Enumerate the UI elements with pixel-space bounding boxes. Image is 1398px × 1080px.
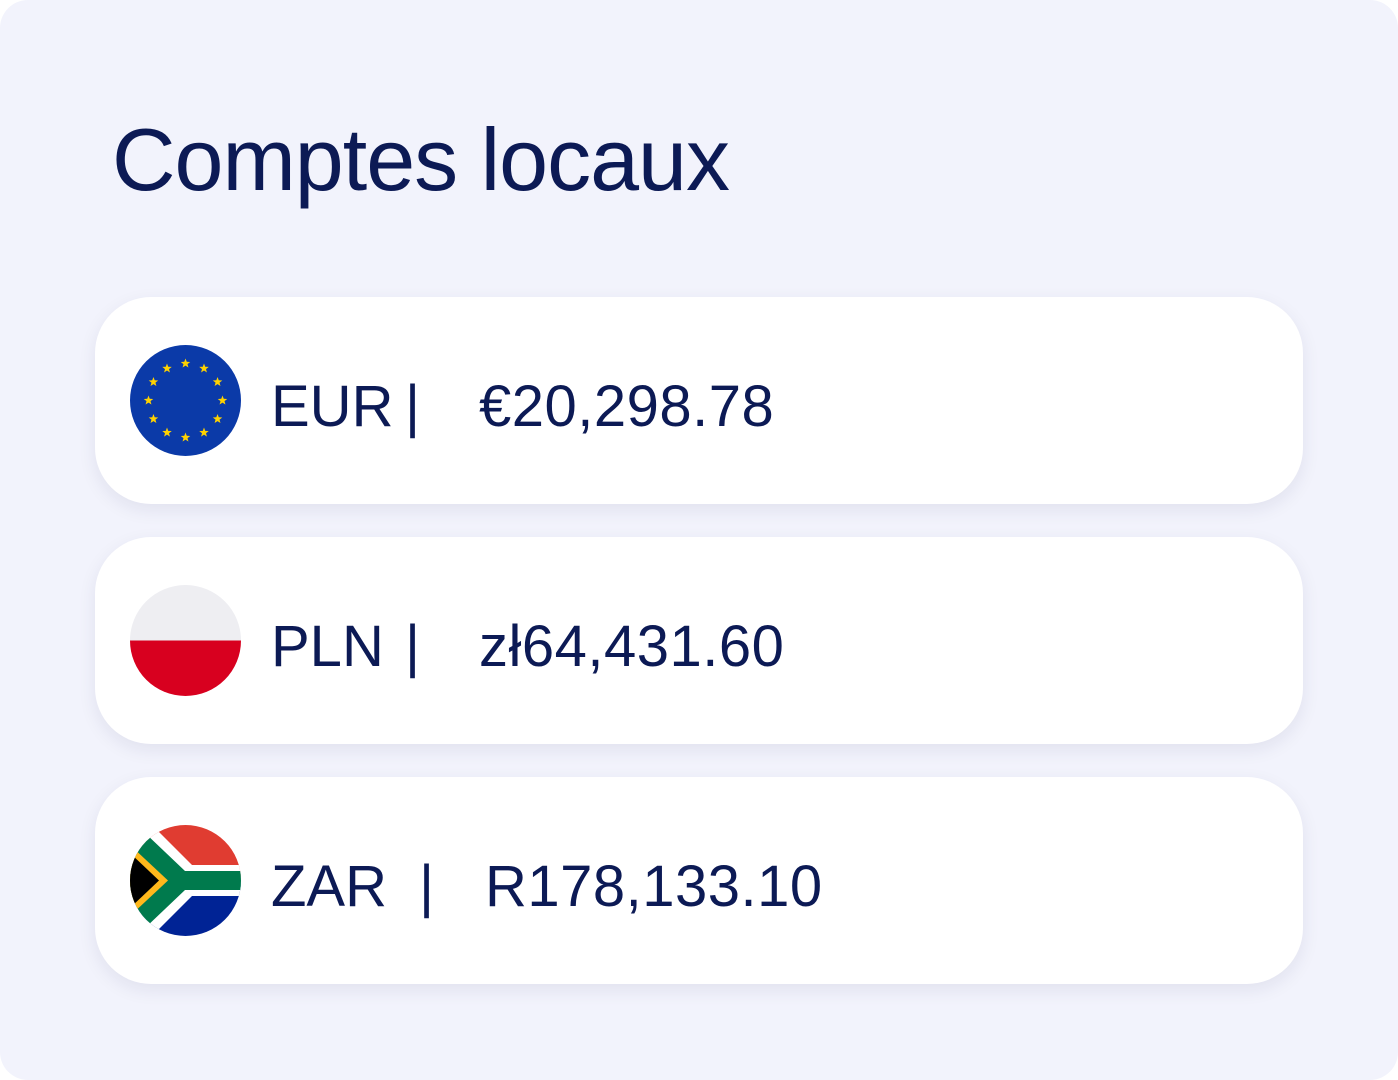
eu-flag-icon [130, 345, 241, 456]
local-accounts-panel: Comptes locaux EUR | €20,298.78 PLN | zł… [0, 0, 1398, 1080]
currency-code: EUR [271, 373, 394, 439]
currency-code: PLN [271, 613, 384, 679]
account-card-pln[interactable]: PLN | zł64,431.60 [95, 537, 1303, 744]
poland-flag-icon [130, 585, 241, 696]
account-balance: zł64,431.60 [479, 613, 785, 679]
south-africa-flag-icon [130, 825, 241, 936]
account-row-eur: EUR | €20,298.78 [271, 371, 774, 441]
page-title: Comptes locaux [112, 110, 730, 209]
account-row-zar: ZAR | R178,133.10 [271, 851, 823, 921]
separator: | [419, 853, 435, 919]
separator: | [405, 373, 421, 439]
account-card-eur[interactable]: EUR | €20,298.78 [95, 297, 1303, 504]
account-row-pln: PLN | zł64,431.60 [271, 611, 784, 681]
account-balance: €20,298.78 [479, 373, 775, 439]
account-balance: R178,133.10 [485, 853, 823, 919]
account-card-zar[interactable]: ZAR | R178,133.10 [95, 777, 1303, 984]
currency-code: ZAR [271, 853, 387, 919]
separator: | [405, 613, 421, 679]
